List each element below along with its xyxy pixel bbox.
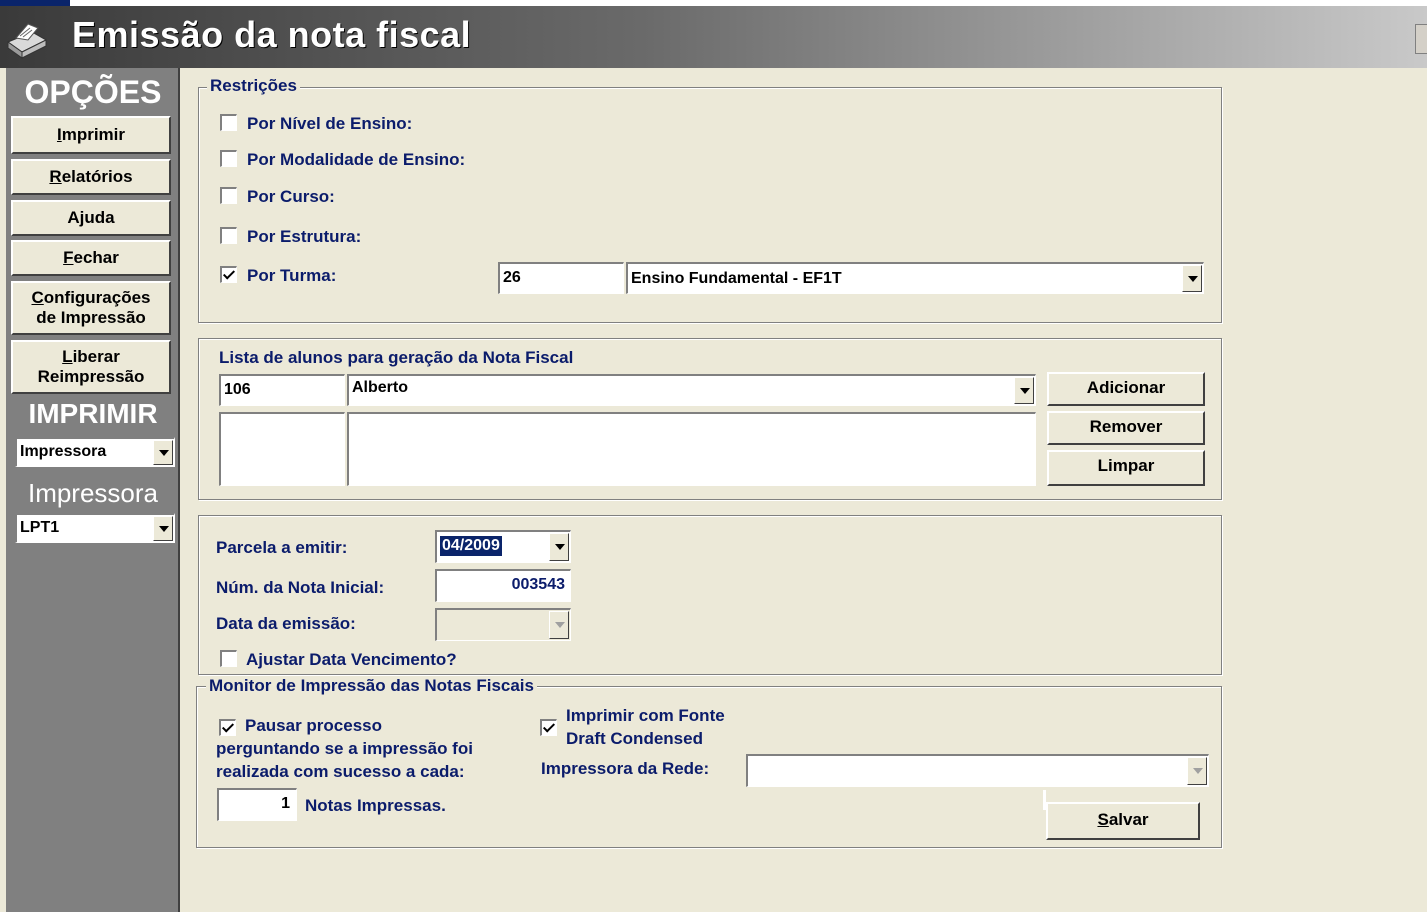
close-button-label: Fechar [63,248,119,267]
printer-port-value: LPT1 [20,519,60,536]
parcela-label: Parcela a emitir: [216,538,348,557]
student-code-list[interactable] [219,412,345,486]
nota-inicial-field[interactable]: 003543 [435,569,571,602]
reports-button[interactable]: Relatórios [11,159,171,195]
chevron-down-icon[interactable] [549,533,569,561]
checkbox-draft-condensed[interactable] [540,719,557,736]
nota-label: Núm. da Nota Inicial: [216,578,385,597]
student-name-value: Alberto [352,379,408,396]
notas-impressas-label: Notas Impressas. [305,796,446,815]
notas-count-field[interactable]: 1 [217,788,297,821]
student-select[interactable]: Alberto [347,374,1036,406]
checkbox-modalidade-ensino[interactable] [220,150,237,167]
page-title: Emissão da nota fiscal [72,14,472,55]
pausar-line3: realizada com sucesso a cada: [216,762,465,781]
parcela-value: 04/2009 [440,536,502,556]
print-settings-button[interactable]: Configurações de Impressão [11,281,171,335]
turma-select[interactable]: Ensino Fundamental - EF1T [626,262,1204,294]
release-reprint-button[interactable]: Liberar Reimpressão [11,340,171,394]
release-reprint-label-line1: Liberar [62,347,120,366]
checkbox-curso[interactable] [220,187,237,204]
nota-inicial-value: 003543 [511,576,565,593]
notas-count-value: 1 [281,795,290,812]
print-target-select[interactable]: Impressora [15,437,175,467]
data-emissao-select[interactable] [435,608,571,641]
student-code-value: 106 [224,381,251,398]
checkbox-turma[interactable] [220,266,237,283]
print-button-label: Imprimir [56,125,126,144]
checkbox-estrutura[interactable] [220,227,237,244]
parcela-select[interactable]: 04/2009 [435,530,571,563]
chevron-down-icon[interactable] [549,611,569,639]
data-emissao-label: Data da emissão: [216,614,356,633]
reports-button-label: Relatórios [49,167,133,186]
restrictions-title: Restrições [207,76,300,96]
label-nivel-ensino: Por Nível de Ensino: [247,114,413,133]
add-student-button[interactable]: Adicionar [1047,372,1205,406]
checkbox-ajustar-vencimento[interactable] [220,650,237,667]
pausar-line2: perguntando se a impressão foi [216,739,473,758]
ajustar-vencimento-label: Ajustar Data Vencimento? [246,650,457,669]
options-heading: OPÇÕES [24,74,162,110]
clear-list-button[interactable]: Limpar [1047,450,1205,486]
draft-line2: Draft Condensed [566,729,703,748]
print-monitor-title: Monitor de Impressão das Notas Fiscais [206,676,537,696]
options-sidebar: OPÇÕES Imprimir Relatórios Ajuda Fechar … [6,68,180,912]
checkbox-nivel-ensino[interactable] [220,114,237,131]
student-list-title: Lista de alunos para geração da Nota Fis… [219,348,574,367]
chevron-down-icon[interactable] [1014,377,1034,404]
chevron-down-icon[interactable] [153,440,173,465]
print-target-value: Impressora [20,443,107,460]
print-button[interactable]: Imprimir [11,116,171,154]
draft-line1: Imprimir com Fonte [566,706,725,725]
chevron-down-icon[interactable] [1182,265,1202,292]
rede-label: Impressora da Rede: [541,759,710,778]
remove-student-button[interactable]: Remover [1047,411,1205,445]
save-button[interactable]: Salvar [1046,802,1200,840]
turma-name-value: Ensino Fundamental - EF1T [631,270,842,287]
form-title-bar: Emissão da nota fiscal [0,6,1427,68]
label-turma: Por Turma: [247,266,337,285]
printer-heading: Impressora [27,478,159,508]
network-printer-select[interactable] [746,754,1209,787]
title-side-button[interactable] [1415,24,1427,54]
checkbox-pausar-processo[interactable] [219,719,236,736]
print-heading: IMPRIMIR [28,398,158,429]
label-estrutura: Por Estrutura: [247,227,362,246]
print-settings-label-line2: de Impressão [36,308,146,327]
printer-port-select[interactable]: LPT1 [15,513,175,543]
turma-code-value: 26 [503,269,521,286]
student-code-field[interactable]: 106 [219,374,345,406]
student-name-list[interactable] [347,412,1036,486]
close-button[interactable]: Fechar [11,240,171,276]
chevron-down-icon[interactable] [1187,757,1207,785]
print-settings-label-line1: Configurações [31,288,151,307]
help-button[interactable]: Ajuda [11,200,171,236]
label-curso: Por Curso: [247,187,335,206]
chevron-down-icon[interactable] [153,516,173,541]
help-button-label: Ajuda [67,208,115,227]
pausar-line1: Pausar processo [245,716,383,735]
release-reprint-label-line2: Reimpressão [37,367,145,386]
label-modalidade-ensino: Por Modalidade de Ensino: [247,150,466,169]
printer-icon [6,23,48,59]
turma-code-field[interactable]: 26 [498,262,624,294]
